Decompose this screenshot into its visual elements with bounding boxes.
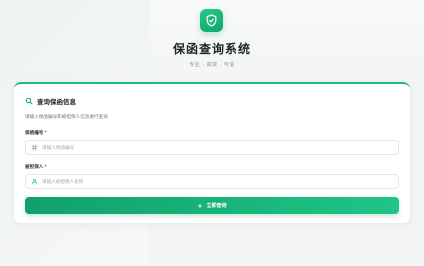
- hash-icon: [31, 144, 38, 151]
- card-description: 请输入保函编号和被担保人信息进行查询: [25, 115, 108, 120]
- guarantee-no-label-text: 保函编号: [25, 131, 44, 136]
- submit-query-label: 立即查询: [206, 203, 227, 209]
- guaranteed-party-field[interactable]: 请输入被担保人名称: [25, 174, 399, 189]
- submit-query-button[interactable]: 立即查询: [25, 197, 399, 214]
- user-icon: [31, 178, 38, 185]
- query-card: 查询保函信息 请输入保函编号和被担保人信息进行查询 保函编号* 请输入保函编号 …: [14, 82, 410, 223]
- required-mark: *: [44, 131, 47, 136]
- shield-check-icon: [200, 9, 223, 32]
- sparkle-icon: [197, 202, 204, 209]
- card-header: 查询保函信息: [25, 96, 76, 106]
- guaranteed-party-label-text: 被担保人: [25, 165, 44, 170]
- guaranteed-party-label: 被担保人*: [25, 164, 47, 170]
- required-mark: *: [44, 165, 47, 170]
- guarantee-no-label: 保函编号*: [25, 130, 47, 136]
- search-icon: [25, 97, 33, 105]
- page-subtitle: 专业 · 高效 · 可信: [189, 62, 235, 68]
- guaranteed-party-placeholder: 请输入被担保人名称: [42, 179, 84, 185]
- card-title: 查询保函信息: [37, 98, 76, 106]
- page-header: 保函查询系统 专业 · 高效 · 可信: [0, 0, 424, 80]
- guarantee-no-field[interactable]: 请输入保函编号: [25, 140, 399, 155]
- guarantee-no-placeholder: 请输入保函编号: [42, 145, 75, 151]
- page-title: 保函查询系统: [172, 42, 251, 56]
